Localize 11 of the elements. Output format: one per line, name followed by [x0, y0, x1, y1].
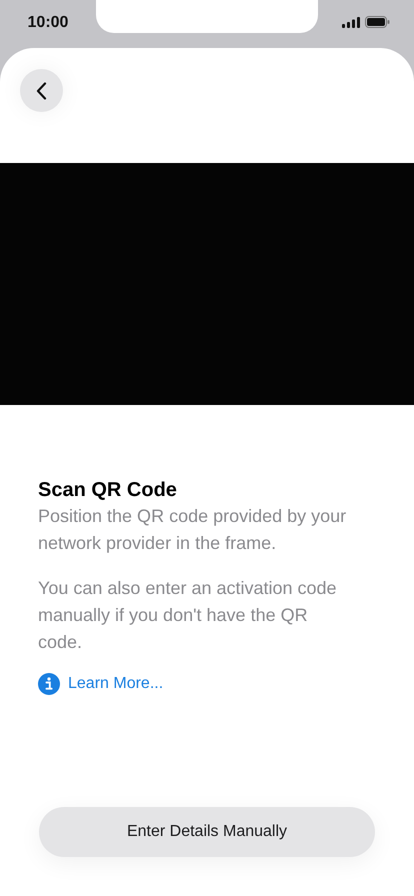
signal-icon	[342, 16, 360, 28]
learn-more-link[interactable]: Learn More...	[68, 672, 164, 696]
info-icon	[38, 673, 60, 695]
title: Scan QR Code	[38, 478, 178, 503]
enter-details-button[interactable]: Enter Details Manually	[39, 807, 375, 857]
back-button[interactable]	[20, 69, 63, 112]
description: Position the QR code provided by your network provider in the frame.	[38, 505, 348, 555]
battery-icon	[365, 16, 390, 28]
chevron-left-icon	[36, 82, 47, 100]
description: You can also enter an activation code manually if you don't have the QR code.	[38, 577, 338, 654]
status-time: 10:00	[28, 13, 68, 33]
